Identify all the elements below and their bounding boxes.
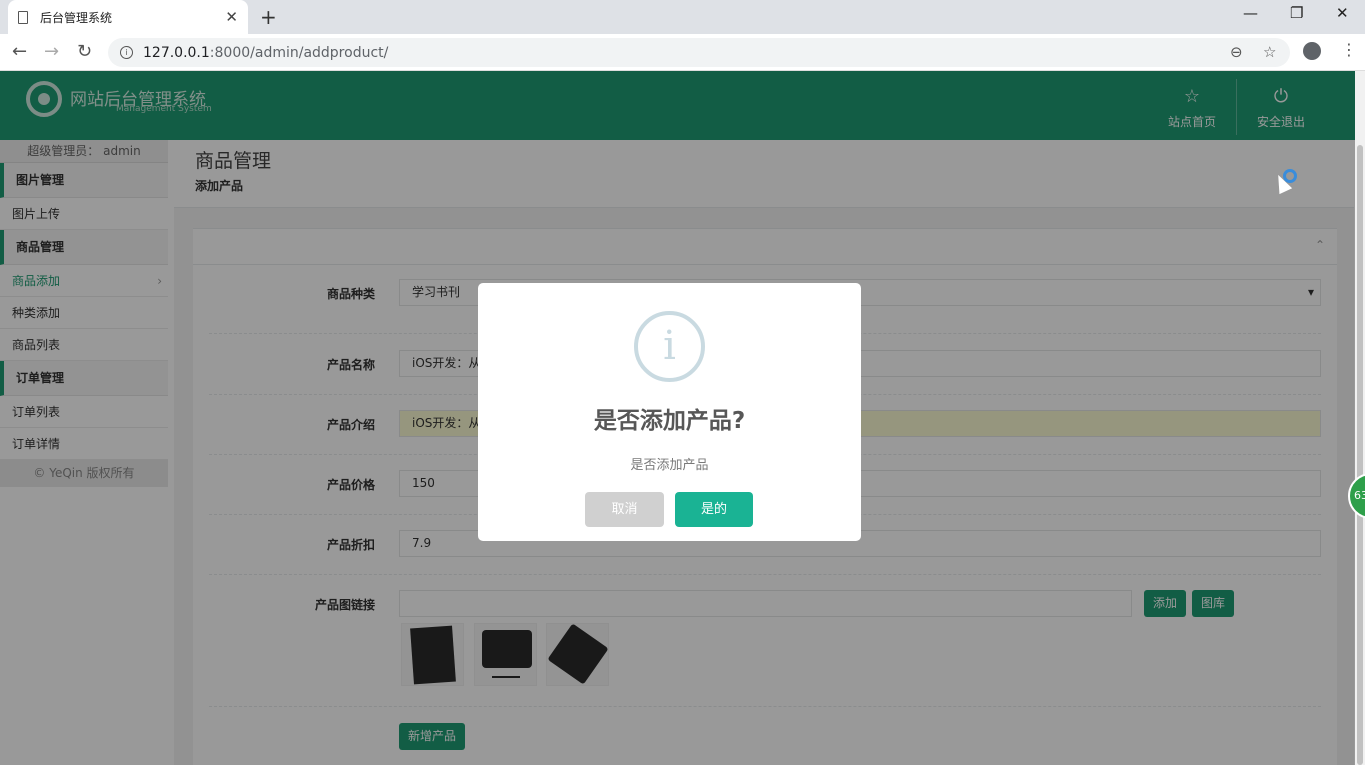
tab-close-icon[interactable]: ✕ <box>225 8 238 26</box>
dialog-text: 是否添加产品 <box>630 458 709 473</box>
browser-menu-icon[interactable]: ⋮ <box>1341 40 1357 59</box>
tab-title: 后台管理系统 <box>40 10 113 25</box>
address-bar-row: ← → ↻ i 127.0.0.1:8000/admin/addproduct/… <box>0 34 1365 71</box>
forward-button[interactable]: → <box>44 41 59 62</box>
window-close-button[interactable]: ✕ <box>1336 4 1349 22</box>
info-icon: i <box>634 311 705 382</box>
document-icon <box>18 10 28 24</box>
restore-button[interactable]: ❐ <box>1290 4 1303 22</box>
browser-tab[interactable]: 后台管理系统 ✕ <box>8 0 248 34</box>
back-button[interactable]: ← <box>12 41 27 62</box>
confirm-button[interactable]: 是的 <box>675 492 753 527</box>
bookmark-star-icon[interactable]: ☆ <box>1263 43 1276 61</box>
dialog-title: 是否添加产品? <box>593 408 746 434</box>
minimize-button[interactable]: — <box>1243 4 1258 22</box>
zoom-icon[interactable]: ⊖ <box>1230 43 1243 61</box>
url-path: :8000/admin/addproduct/ <box>209 44 389 61</box>
profile-avatar-icon[interactable] <box>1303 42 1321 60</box>
scrollbar-thumb[interactable] <box>1357 145 1363 765</box>
browser-tabstrip: 后台管理系统 ✕ + — ❐ ✕ <box>0 0 1365 34</box>
cancel-button[interactable]: 取消 <box>585 492 664 527</box>
vertical-scrollbar[interactable] <box>1355 71 1365 765</box>
loading-spinner-icon <box>1283 169 1297 183</box>
reload-button[interactable]: ↻ <box>77 41 92 62</box>
url-host: 127.0.0.1 <box>143 44 210 61</box>
site-info-icon[interactable]: i <box>120 46 133 59</box>
url-field[interactable]: i 127.0.0.1:8000/admin/addproduct/ ⊖ ☆ <box>108 38 1290 67</box>
confirm-dialog: i 是否添加产品? 是否添加产品 取消 是的 <box>478 283 861 541</box>
new-tab-button[interactable]: + <box>260 5 277 29</box>
